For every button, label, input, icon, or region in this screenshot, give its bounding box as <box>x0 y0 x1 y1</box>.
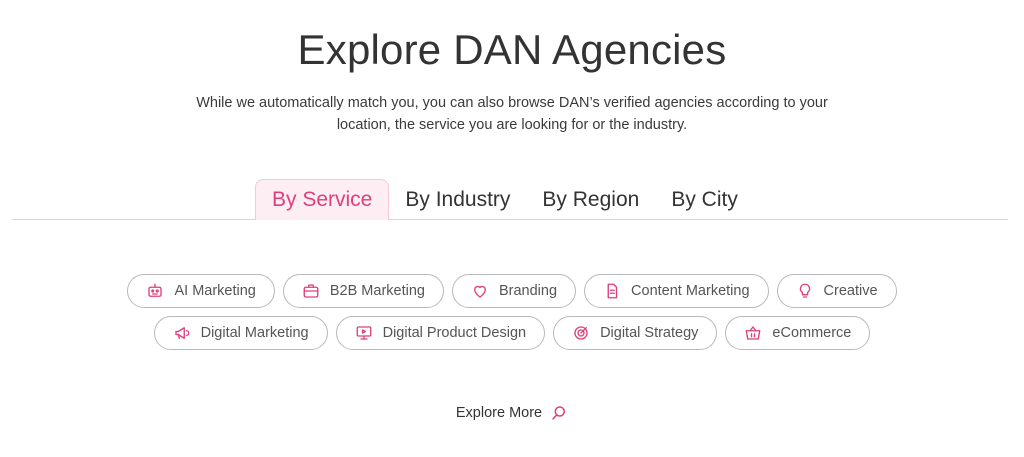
chip-label: Digital Marketing <box>200 325 309 341</box>
chip-label: AI Marketing <box>174 283 256 299</box>
chip-digital-marketing[interactable]: Digital Marketing <box>153 316 328 350</box>
monitor-icon <box>356 326 372 340</box>
search-icon[interactable] <box>550 404 568 422</box>
chip-b2b-marketing[interactable]: B2B Marketing <box>282 274 444 308</box>
page-title: Explore DAN Agencies <box>297 26 727 73</box>
robot-icon <box>148 283 163 297</box>
chip-branding[interactable]: Branding <box>451 274 577 308</box>
service-chip-row: AI Marketing B2B Marketing Branding Cont… <box>0 274 1024 308</box>
chip-label: Digital Product Design <box>382 325 527 341</box>
tab-by-service[interactable]: By Service <box>255 179 390 220</box>
basket-icon <box>745 326 761 340</box>
chip-digital-strategy[interactable]: Digital Strategy <box>553 316 718 350</box>
briefcase-icon <box>303 284 319 298</box>
service-chips: AI Marketing B2B Marketing Branding Cont… <box>0 274 1024 358</box>
chip-label: eCommerce <box>772 325 852 341</box>
chip-content-marketing[interactable]: Content Marketing <box>584 274 769 308</box>
tab-by-region[interactable]: By Region <box>526 179 655 220</box>
explore-more-link[interactable]: Explore More <box>456 405 542 421</box>
tabs-bar: By Service By Industry By Region By City <box>12 179 1008 220</box>
megaphone-icon <box>174 327 190 339</box>
chip-label: Creative <box>823 283 878 299</box>
tab-by-industry[interactable]: By Industry <box>389 179 526 220</box>
chip-label: B2B Marketing <box>329 283 425 299</box>
chip-digital-product-design[interactable]: Digital Product Design <box>335 316 546 350</box>
chip-ecommerce[interactable]: eCommerce <box>725 316 871 350</box>
page-subtitle: While we automatically match you, you ca… <box>196 95 828 133</box>
chip-label: Content Marketing <box>631 283 750 299</box>
target-icon <box>574 326 588 340</box>
heart-icon <box>474 285 486 298</box>
chip-creative[interactable]: Creative <box>776 274 897 308</box>
chip-label: Branding <box>498 283 558 299</box>
lightbulb-icon <box>799 283 810 298</box>
chip-label: Digital Strategy <box>600 325 699 341</box>
tab-list: By Service By Industry By Region By City <box>255 179 754 220</box>
service-chip-row: Digital Marketing Digital Product Design… <box>0 316 1024 350</box>
chip-ai-marketing[interactable]: AI Marketing <box>127 274 275 308</box>
tab-by-city[interactable]: By City <box>655 179 754 220</box>
document-icon <box>607 283 618 299</box>
explore-more[interactable]: Explore More <box>0 404 1024 422</box>
